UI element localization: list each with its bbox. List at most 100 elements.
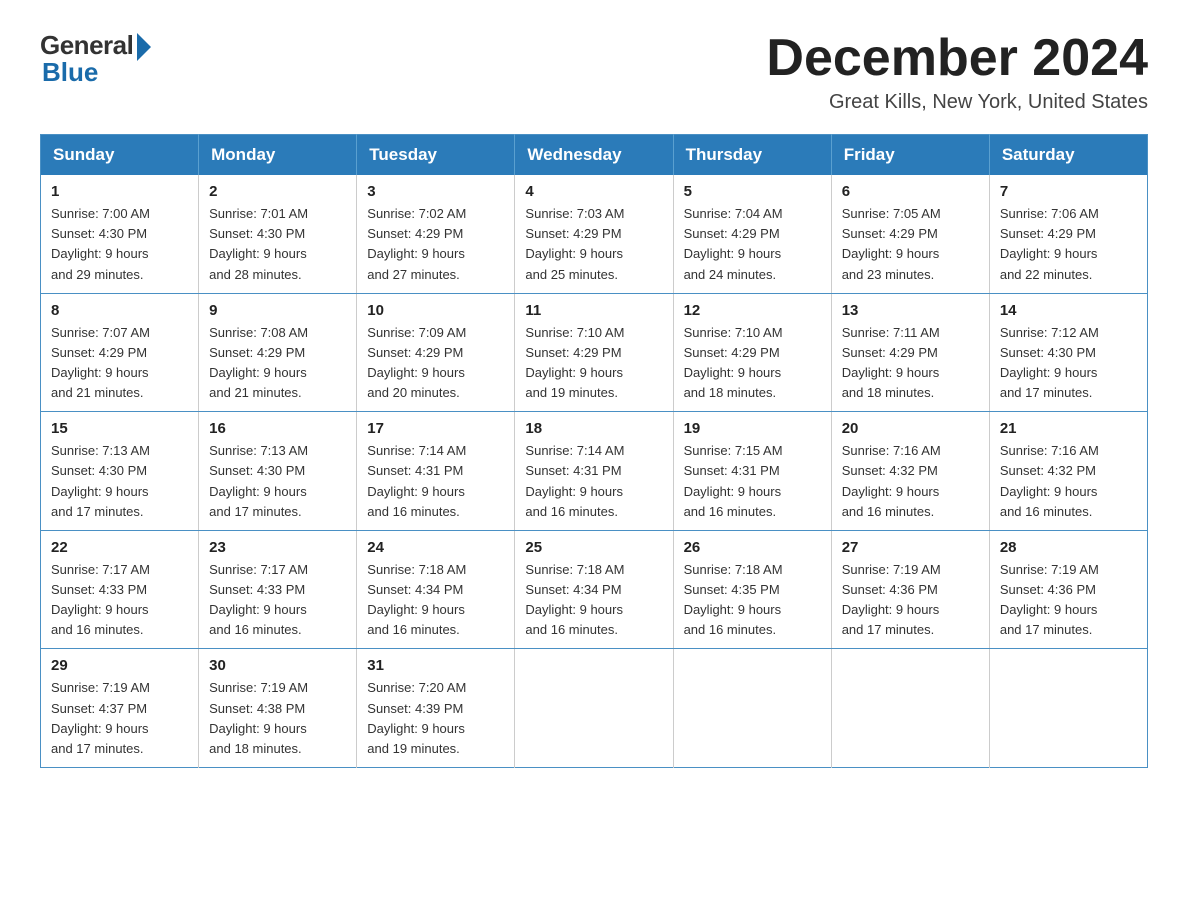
weekday-header-friday: Friday — [831, 135, 989, 176]
calendar-cell: 17 Sunrise: 7:14 AMSunset: 4:31 PMDaylig… — [357, 412, 515, 531]
day-number: 10 — [367, 302, 504, 319]
day-info: Sunrise: 7:16 AMSunset: 4:32 PMDaylight:… — [1000, 441, 1137, 522]
logo: General Blue — [40, 30, 151, 88]
day-info: Sunrise: 7:08 AMSunset: 4:29 PMDaylight:… — [209, 323, 346, 404]
calendar-cell: 11 Sunrise: 7:10 AMSunset: 4:29 PMDaylig… — [515, 293, 673, 412]
calendar-cell: 12 Sunrise: 7:10 AMSunset: 4:29 PMDaylig… — [673, 293, 831, 412]
day-number: 3 — [367, 183, 504, 200]
calendar-cell: 31 Sunrise: 7:20 AMSunset: 4:39 PMDaylig… — [357, 649, 515, 768]
calendar-cell: 15 Sunrise: 7:13 AMSunset: 4:30 PMDaylig… — [41, 412, 199, 531]
day-number: 20 — [842, 420, 979, 437]
calendar-cell: 21 Sunrise: 7:16 AMSunset: 4:32 PMDaylig… — [989, 412, 1147, 531]
calendar-cell: 26 Sunrise: 7:18 AMSunset: 4:35 PMDaylig… — [673, 530, 831, 649]
calendar-cell: 18 Sunrise: 7:14 AMSunset: 4:31 PMDaylig… — [515, 412, 673, 531]
calendar-week-row: 8 Sunrise: 7:07 AMSunset: 4:29 PMDayligh… — [41, 293, 1148, 412]
weekday-header-wednesday: Wednesday — [515, 135, 673, 176]
day-number: 17 — [367, 420, 504, 437]
day-number: 2 — [209, 183, 346, 200]
logo-blue-text: Blue — [42, 57, 98, 88]
calendar-header-row: SundayMondayTuesdayWednesdayThursdayFrid… — [41, 135, 1148, 176]
weekday-header-tuesday: Tuesday — [357, 135, 515, 176]
day-number: 16 — [209, 420, 346, 437]
day-number: 31 — [367, 657, 504, 674]
day-info: Sunrise: 7:19 AMSunset: 4:36 PMDaylight:… — [1000, 560, 1137, 641]
day-number: 18 — [525, 420, 662, 437]
day-info: Sunrise: 7:12 AMSunset: 4:30 PMDaylight:… — [1000, 323, 1137, 404]
day-number: 24 — [367, 539, 504, 556]
location-text: Great Kills, New York, United States — [766, 91, 1148, 114]
day-info: Sunrise: 7:00 AMSunset: 4:30 PMDaylight:… — [51, 204, 188, 285]
day-number: 28 — [1000, 539, 1137, 556]
day-number: 5 — [684, 183, 821, 200]
calendar-cell: 6 Sunrise: 7:05 AMSunset: 4:29 PMDayligh… — [831, 175, 989, 293]
weekday-header-monday: Monday — [199, 135, 357, 176]
day-info: Sunrise: 7:05 AMSunset: 4:29 PMDaylight:… — [842, 204, 979, 285]
day-info: Sunrise: 7:20 AMSunset: 4:39 PMDaylight:… — [367, 678, 504, 759]
calendar-cell: 28 Sunrise: 7:19 AMSunset: 4:36 PMDaylig… — [989, 530, 1147, 649]
calendar-cell: 8 Sunrise: 7:07 AMSunset: 4:29 PMDayligh… — [41, 293, 199, 412]
calendar-cell: 5 Sunrise: 7:04 AMSunset: 4:29 PMDayligh… — [673, 175, 831, 293]
calendar-cell: 23 Sunrise: 7:17 AMSunset: 4:33 PMDaylig… — [199, 530, 357, 649]
day-info: Sunrise: 7:07 AMSunset: 4:29 PMDaylight:… — [51, 323, 188, 404]
day-number: 26 — [684, 539, 821, 556]
page-header: General Blue December 2024 Great Kills, … — [40, 30, 1148, 114]
day-info: Sunrise: 7:01 AMSunset: 4:30 PMDaylight:… — [209, 204, 346, 285]
weekday-header-sunday: Sunday — [41, 135, 199, 176]
calendar-cell: 13 Sunrise: 7:11 AMSunset: 4:29 PMDaylig… — [831, 293, 989, 412]
day-number: 19 — [684, 420, 821, 437]
calendar-cell: 7 Sunrise: 7:06 AMSunset: 4:29 PMDayligh… — [989, 175, 1147, 293]
day-number: 15 — [51, 420, 188, 437]
day-info: Sunrise: 7:15 AMSunset: 4:31 PMDaylight:… — [684, 441, 821, 522]
month-title: December 2024 — [766, 30, 1148, 87]
day-info: Sunrise: 7:13 AMSunset: 4:30 PMDaylight:… — [209, 441, 346, 522]
day-number: 7 — [1000, 183, 1137, 200]
day-info: Sunrise: 7:14 AMSunset: 4:31 PMDaylight:… — [525, 441, 662, 522]
calendar-cell: 19 Sunrise: 7:15 AMSunset: 4:31 PMDaylig… — [673, 412, 831, 531]
day-number: 25 — [525, 539, 662, 556]
calendar-cell: 22 Sunrise: 7:17 AMSunset: 4:33 PMDaylig… — [41, 530, 199, 649]
calendar-cell: 1 Sunrise: 7:00 AMSunset: 4:30 PMDayligh… — [41, 175, 199, 293]
day-info: Sunrise: 7:09 AMSunset: 4:29 PMDaylight:… — [367, 323, 504, 404]
day-number: 21 — [1000, 420, 1137, 437]
day-number: 4 — [525, 183, 662, 200]
day-number: 8 — [51, 302, 188, 319]
calendar-week-row: 22 Sunrise: 7:17 AMSunset: 4:33 PMDaylig… — [41, 530, 1148, 649]
calendar-cell — [831, 649, 989, 768]
day-number: 23 — [209, 539, 346, 556]
calendar-cell: 27 Sunrise: 7:19 AMSunset: 4:36 PMDaylig… — [831, 530, 989, 649]
day-number: 1 — [51, 183, 188, 200]
day-info: Sunrise: 7:10 AMSunset: 4:29 PMDaylight:… — [684, 323, 821, 404]
day-info: Sunrise: 7:11 AMSunset: 4:29 PMDaylight:… — [842, 323, 979, 404]
day-number: 13 — [842, 302, 979, 319]
day-info: Sunrise: 7:14 AMSunset: 4:31 PMDaylight:… — [367, 441, 504, 522]
day-number: 22 — [51, 539, 188, 556]
day-info: Sunrise: 7:19 AMSunset: 4:37 PMDaylight:… — [51, 678, 188, 759]
calendar-cell — [515, 649, 673, 768]
calendar-cell: 30 Sunrise: 7:19 AMSunset: 4:38 PMDaylig… — [199, 649, 357, 768]
day-info: Sunrise: 7:06 AMSunset: 4:29 PMDaylight:… — [1000, 204, 1137, 285]
calendar-week-row: 15 Sunrise: 7:13 AMSunset: 4:30 PMDaylig… — [41, 412, 1148, 531]
day-number: 29 — [51, 657, 188, 674]
day-number: 14 — [1000, 302, 1137, 319]
calendar-table: SundayMondayTuesdayWednesdayThursdayFrid… — [40, 134, 1148, 768]
day-info: Sunrise: 7:18 AMSunset: 4:34 PMDaylight:… — [525, 560, 662, 641]
weekday-header-saturday: Saturday — [989, 135, 1147, 176]
weekday-header-thursday: Thursday — [673, 135, 831, 176]
calendar-cell: 10 Sunrise: 7:09 AMSunset: 4:29 PMDaylig… — [357, 293, 515, 412]
day-info: Sunrise: 7:10 AMSunset: 4:29 PMDaylight:… — [525, 323, 662, 404]
day-info: Sunrise: 7:19 AMSunset: 4:36 PMDaylight:… — [842, 560, 979, 641]
day-info: Sunrise: 7:02 AMSunset: 4:29 PMDaylight:… — [367, 204, 504, 285]
day-number: 6 — [842, 183, 979, 200]
day-info: Sunrise: 7:18 AMSunset: 4:35 PMDaylight:… — [684, 560, 821, 641]
calendar-cell: 2 Sunrise: 7:01 AMSunset: 4:30 PMDayligh… — [199, 175, 357, 293]
day-info: Sunrise: 7:13 AMSunset: 4:30 PMDaylight:… — [51, 441, 188, 522]
day-number: 30 — [209, 657, 346, 674]
calendar-cell: 4 Sunrise: 7:03 AMSunset: 4:29 PMDayligh… — [515, 175, 673, 293]
calendar-cell: 16 Sunrise: 7:13 AMSunset: 4:30 PMDaylig… — [199, 412, 357, 531]
title-section: December 2024 Great Kills, New York, Uni… — [766, 30, 1148, 114]
day-info: Sunrise: 7:16 AMSunset: 4:32 PMDaylight:… — [842, 441, 979, 522]
logo-triangle-icon — [137, 33, 151, 61]
day-number: 9 — [209, 302, 346, 319]
day-number: 27 — [842, 539, 979, 556]
day-info: Sunrise: 7:04 AMSunset: 4:29 PMDaylight:… — [684, 204, 821, 285]
